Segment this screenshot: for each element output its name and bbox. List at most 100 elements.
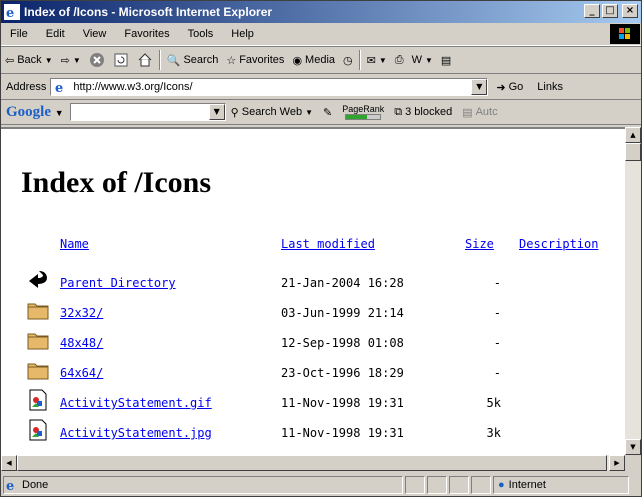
back-button[interactable]: ⇦ Back ▼ xyxy=(1,54,57,67)
status-pane xyxy=(471,475,491,494)
title-bar[interactable]: e Index of /Icons - Microsoft Internet E… xyxy=(1,1,641,23)
ie-logo-icon: e xyxy=(4,4,20,20)
file-link[interactable]: ActivityStatement.gif xyxy=(60,396,212,410)
chevron-down-icon: ▼ xyxy=(305,107,313,117)
menu-help[interactable]: Help xyxy=(222,28,263,40)
chevron-down-icon: ▼ xyxy=(72,55,81,65)
discuss-icon: ▤ xyxy=(440,54,452,67)
close-button[interactable]: × xyxy=(622,4,638,18)
autofill-label: Autc xyxy=(475,106,498,118)
status-bar: e Done ● Internet xyxy=(1,473,641,496)
status-text-pane: e Done xyxy=(3,475,403,494)
image-file-icon xyxy=(27,389,49,411)
home-button[interactable] xyxy=(133,52,157,68)
scroll-left-button[interactable]: ◀ xyxy=(1,455,17,471)
vertical-scrollbar[interactable]: ▲ ▼ xyxy=(625,127,641,455)
image-file-icon xyxy=(27,419,49,441)
last-modified-cell: 21-Jan-2004 16:28 xyxy=(281,276,404,290)
file-link[interactable]: ActivityStatement.jpg xyxy=(60,426,212,440)
status-pane xyxy=(449,475,469,494)
scroll-right-button[interactable]: ▶ xyxy=(609,455,625,471)
size-cell: - xyxy=(493,276,501,290)
zone-label: Internet xyxy=(508,478,546,491)
mail-button[interactable]: ✉ ▼ xyxy=(363,54,391,67)
news-button[interactable]: ✎ xyxy=(318,106,337,119)
toolbar-separator xyxy=(358,50,361,70)
column-size-link[interactable]: Size xyxy=(465,237,494,251)
search-web-button[interactable]: ⚲ Search Web ▼ xyxy=(226,106,318,119)
chevron-down-icon: ▼ xyxy=(44,55,53,65)
file-link[interactable]: 32x32/ xyxy=(60,306,103,320)
stop-button[interactable] xyxy=(85,52,109,68)
menu-favorites[interactable]: Favorites xyxy=(115,28,178,40)
svg-text:e: e xyxy=(6,479,14,493)
page-title: Index of /Icons xyxy=(21,166,212,199)
menu-view[interactable]: View xyxy=(74,28,116,40)
pagerank-label: PageRank xyxy=(342,104,385,114)
forward-button[interactable]: ⇨ ▼ xyxy=(57,54,85,67)
google-search-input[interactable]: ▼ xyxy=(69,103,226,121)
popup-blocker-button[interactable]: ⧉ 3 blocked xyxy=(389,106,457,119)
media-label: Media xyxy=(305,54,336,66)
go-button[interactable]: ➜ Go xyxy=(496,81,523,94)
file-link[interactable]: 64x64/ xyxy=(60,366,103,380)
column-description-link[interactable]: Description xyxy=(519,237,598,251)
pagerank-bar xyxy=(345,114,382,120)
history-button[interactable]: ◷ xyxy=(339,54,357,67)
search-icon: 🔍 xyxy=(166,54,181,67)
column-name-link[interactable]: Name xyxy=(60,237,89,251)
last-modified-cell: 23-Oct-1996 18:29 xyxy=(281,366,404,380)
globe-icon: ● xyxy=(498,478,505,491)
svg-text:e: e xyxy=(6,6,14,20)
chevron-down-icon: ▼ xyxy=(378,55,387,65)
size-cell: - xyxy=(493,306,501,320)
file-link[interactable]: Parent Directory xyxy=(60,276,176,290)
size-cell: 5k xyxy=(486,396,501,410)
menu-edit[interactable]: Edit xyxy=(37,28,74,40)
minimize-button[interactable]: _ xyxy=(584,4,600,18)
last-modified-cell: 11-Nov-1998 19:31 xyxy=(281,426,404,440)
search-button[interactable]: 🔍 Search xyxy=(163,54,223,67)
menu-file[interactable]: File xyxy=(1,28,37,40)
google-logo[interactable]: Google ▼ xyxy=(6,104,64,121)
address-dropdown-icon[interactable]: ▼ xyxy=(471,79,488,95)
links-button[interactable]: Links xyxy=(537,81,563,93)
status-text: Done xyxy=(22,478,49,491)
menu-bar: File Edit View Favorites Tools Help xyxy=(1,23,641,46)
pagerank-fill xyxy=(346,115,367,119)
autofill-button[interactable]: ▤ Autc xyxy=(457,106,502,119)
history-icon: ◷ xyxy=(343,54,353,67)
horizontal-scrollbar[interactable]: ◀ ▶ xyxy=(1,455,625,471)
discuss-button[interactable]: ▤ xyxy=(437,54,455,67)
favorites-button[interactable]: ☆ Favorites xyxy=(222,54,288,67)
media-icon: ◉ xyxy=(292,54,303,67)
print-button[interactable]: ⎙ xyxy=(391,54,408,67)
back-label: Back xyxy=(17,54,42,66)
maximize-button[interactable]: □ xyxy=(602,4,618,18)
search-web-label: Search Web xyxy=(241,106,303,118)
last-modified-cell: 03-Jun-1999 21:14 xyxy=(281,306,404,320)
google-dropdown-icon[interactable]: ▼ xyxy=(208,104,225,120)
size-cell: - xyxy=(493,336,501,350)
home-icon xyxy=(138,53,152,67)
browser-window: e Index of /Icons - Microsoft Internet E… xyxy=(0,0,642,497)
edit-button[interactable]: W ▼ xyxy=(408,54,437,66)
security-zone-pane[interactable]: ● Internet xyxy=(493,475,629,494)
scroll-up-button[interactable]: ▲ xyxy=(625,127,641,143)
chevron-down-icon: ▼ xyxy=(424,55,433,65)
menu-tools[interactable]: Tools xyxy=(179,28,223,40)
media-button[interactable]: ◉ Media xyxy=(288,54,339,67)
column-last-modified-link[interactable]: Last modified xyxy=(281,237,375,251)
address-input[interactable]: e http://www.w3.org/Icons/ ▼ xyxy=(50,78,489,96)
horizontal-scroll-thumb[interactable] xyxy=(17,455,607,471)
file-link[interactable]: 48x48/ xyxy=(60,336,103,350)
standard-toolbar: ⇦ Back ▼ ⇨ ▼ 🔍 Search ☆ Favorites ◉ Medi… xyxy=(1,47,641,74)
go-arrow-icon: ➜ xyxy=(496,81,506,94)
back-arrow-icon: ⇦ xyxy=(5,54,15,67)
scroll-down-button[interactable]: ▼ xyxy=(625,439,641,455)
vertical-scroll-thumb[interactable] xyxy=(625,143,641,161)
window-title: Index of /Icons - Microsoft Internet Exp… xyxy=(24,5,273,19)
refresh-button[interactable] xyxy=(109,52,133,68)
last-modified-cell: 12-Sep-1998 01:08 xyxy=(281,336,404,350)
address-label: Address xyxy=(6,81,47,93)
